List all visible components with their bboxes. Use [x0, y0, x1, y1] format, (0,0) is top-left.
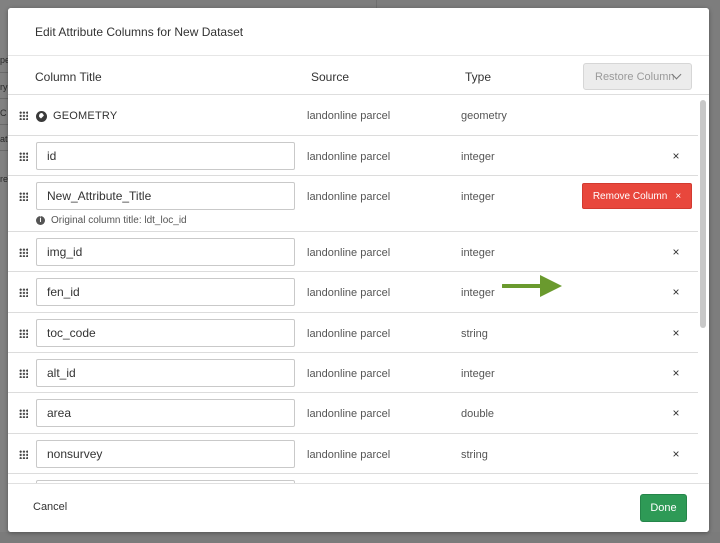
- table-row: landonline parcel double ×: [8, 393, 698, 434]
- drag-handle-icon[interactable]: [19, 152, 28, 161]
- info-icon: i: [36, 216, 45, 225]
- row-type: double: [461, 408, 495, 420]
- table-row: landonline parcel string ×: [8, 434, 698, 474]
- restore-column-dropdown[interactable]: Restore Column: [583, 63, 692, 90]
- drag-handle-icon[interactable]: [19, 111, 28, 120]
- header-type: Type: [465, 70, 492, 84]
- row-type: integer: [461, 247, 495, 259]
- row-source: landonline parcel: [307, 287, 391, 299]
- background-divider: [0, 150, 8, 151]
- row-type: string: [461, 328, 488, 340]
- row-type: integer: [461, 191, 495, 203]
- column-header-row: Column Title Source Type Restore Column: [8, 55, 709, 95]
- background-fragment: ry: [0, 82, 8, 92]
- column-title-input[interactable]: [36, 319, 295, 347]
- drag-handle-icon[interactable]: [19, 288, 28, 297]
- row-source: landonline parcel: [307, 368, 391, 380]
- close-icon[interactable]: ×: [669, 406, 683, 420]
- column-title-input[interactable]: [36, 182, 295, 210]
- background-fragment: C: [0, 108, 7, 118]
- row-source: landonline parcel: [307, 328, 391, 340]
- table-row: landonline parcel string ×: [8, 313, 698, 353]
- background-fragment: re: [0, 174, 8, 184]
- background-divider: [0, 124, 8, 125]
- row-source: landonline parcel: [307, 191, 391, 203]
- background-divider: [0, 98, 8, 99]
- close-icon: ×: [675, 190, 682, 202]
- header-column-title: Column Title: [35, 70, 102, 84]
- header-source: Source: [311, 70, 350, 84]
- drag-handle-icon[interactable]: [19, 248, 28, 257]
- table-row: landonline parcel integer ×: [8, 136, 698, 176]
- drag-handle-icon[interactable]: [19, 329, 28, 338]
- row-type: integer: [461, 151, 495, 163]
- table-row: GEOMETRY landonline parcel geometry: [8, 95, 698, 136]
- edit-columns-modal: Edit Attribute Columns for New Dataset C…: [8, 8, 709, 532]
- modal-footer: Cancel Done: [8, 483, 709, 532]
- row-source: landonline parcel: [307, 151, 391, 163]
- drag-handle-icon[interactable]: [19, 450, 28, 459]
- restore-column-label: Restore Column: [595, 70, 675, 83]
- geometry-title: GEOMETRY: [36, 110, 117, 122]
- table-row: landonline parcel integer ×: [8, 353, 698, 393]
- columns-list: GEOMETRY landonline parcel geometry land…: [8, 95, 709, 491]
- background-bottom: [0, 532, 720, 543]
- globe-icon: [36, 110, 47, 122]
- table-row: landonline parcel integer ×: [8, 232, 698, 272]
- column-title-input[interactable]: [36, 278, 295, 306]
- row-source: landonline parcel: [307, 449, 391, 461]
- row-source: landonline parcel: [307, 408, 391, 420]
- close-icon[interactable]: ×: [669, 447, 683, 461]
- original-title-note: i Original column title: ldt_loc_id: [36, 215, 187, 226]
- table-row: i Original column title: ldt_loc_id land…: [8, 176, 698, 232]
- arrow-right-icon: [502, 275, 562, 297]
- background-fragment: pe: [0, 55, 8, 65]
- column-title-input[interactable]: [36, 359, 295, 387]
- remove-column-button[interactable]: Remove Column ×: [582, 183, 692, 209]
- column-title-input[interactable]: [36, 399, 295, 427]
- close-icon[interactable]: ×: [669, 285, 683, 299]
- close-icon[interactable]: ×: [669, 149, 683, 163]
- background-divider: [0, 72, 8, 73]
- row-type: geometry: [461, 110, 507, 122]
- done-button[interactable]: Done: [640, 494, 687, 522]
- scrollbar[interactable]: [700, 100, 706, 328]
- drag-handle-icon[interactable]: [19, 192, 28, 201]
- column-title-input[interactable]: [36, 238, 295, 266]
- row-source: landonline parcel: [307, 110, 391, 122]
- background-fragment: at: [0, 134, 8, 144]
- close-icon[interactable]: ×: [669, 245, 683, 259]
- row-type: integer: [461, 368, 495, 380]
- close-icon[interactable]: ×: [669, 366, 683, 380]
- table-row: landonline parcel integer ×: [8, 272, 698, 313]
- modal-title: Edit Attribute Columns for New Dataset: [35, 24, 244, 39]
- cancel-button[interactable]: Cancel: [33, 501, 67, 513]
- column-title-input[interactable]: [36, 142, 295, 170]
- drag-handle-icon[interactable]: [19, 369, 28, 378]
- modal-header: Edit Attribute Columns for New Dataset: [8, 8, 709, 55]
- row-type: integer: [461, 287, 495, 299]
- row-type: string: [461, 449, 488, 461]
- row-source: landonline parcel: [307, 247, 391, 259]
- column-title-input[interactable]: [36, 440, 295, 468]
- drag-handle-icon[interactable]: [19, 409, 28, 418]
- close-icon[interactable]: ×: [669, 326, 683, 340]
- background-divider: [376, 0, 377, 8]
